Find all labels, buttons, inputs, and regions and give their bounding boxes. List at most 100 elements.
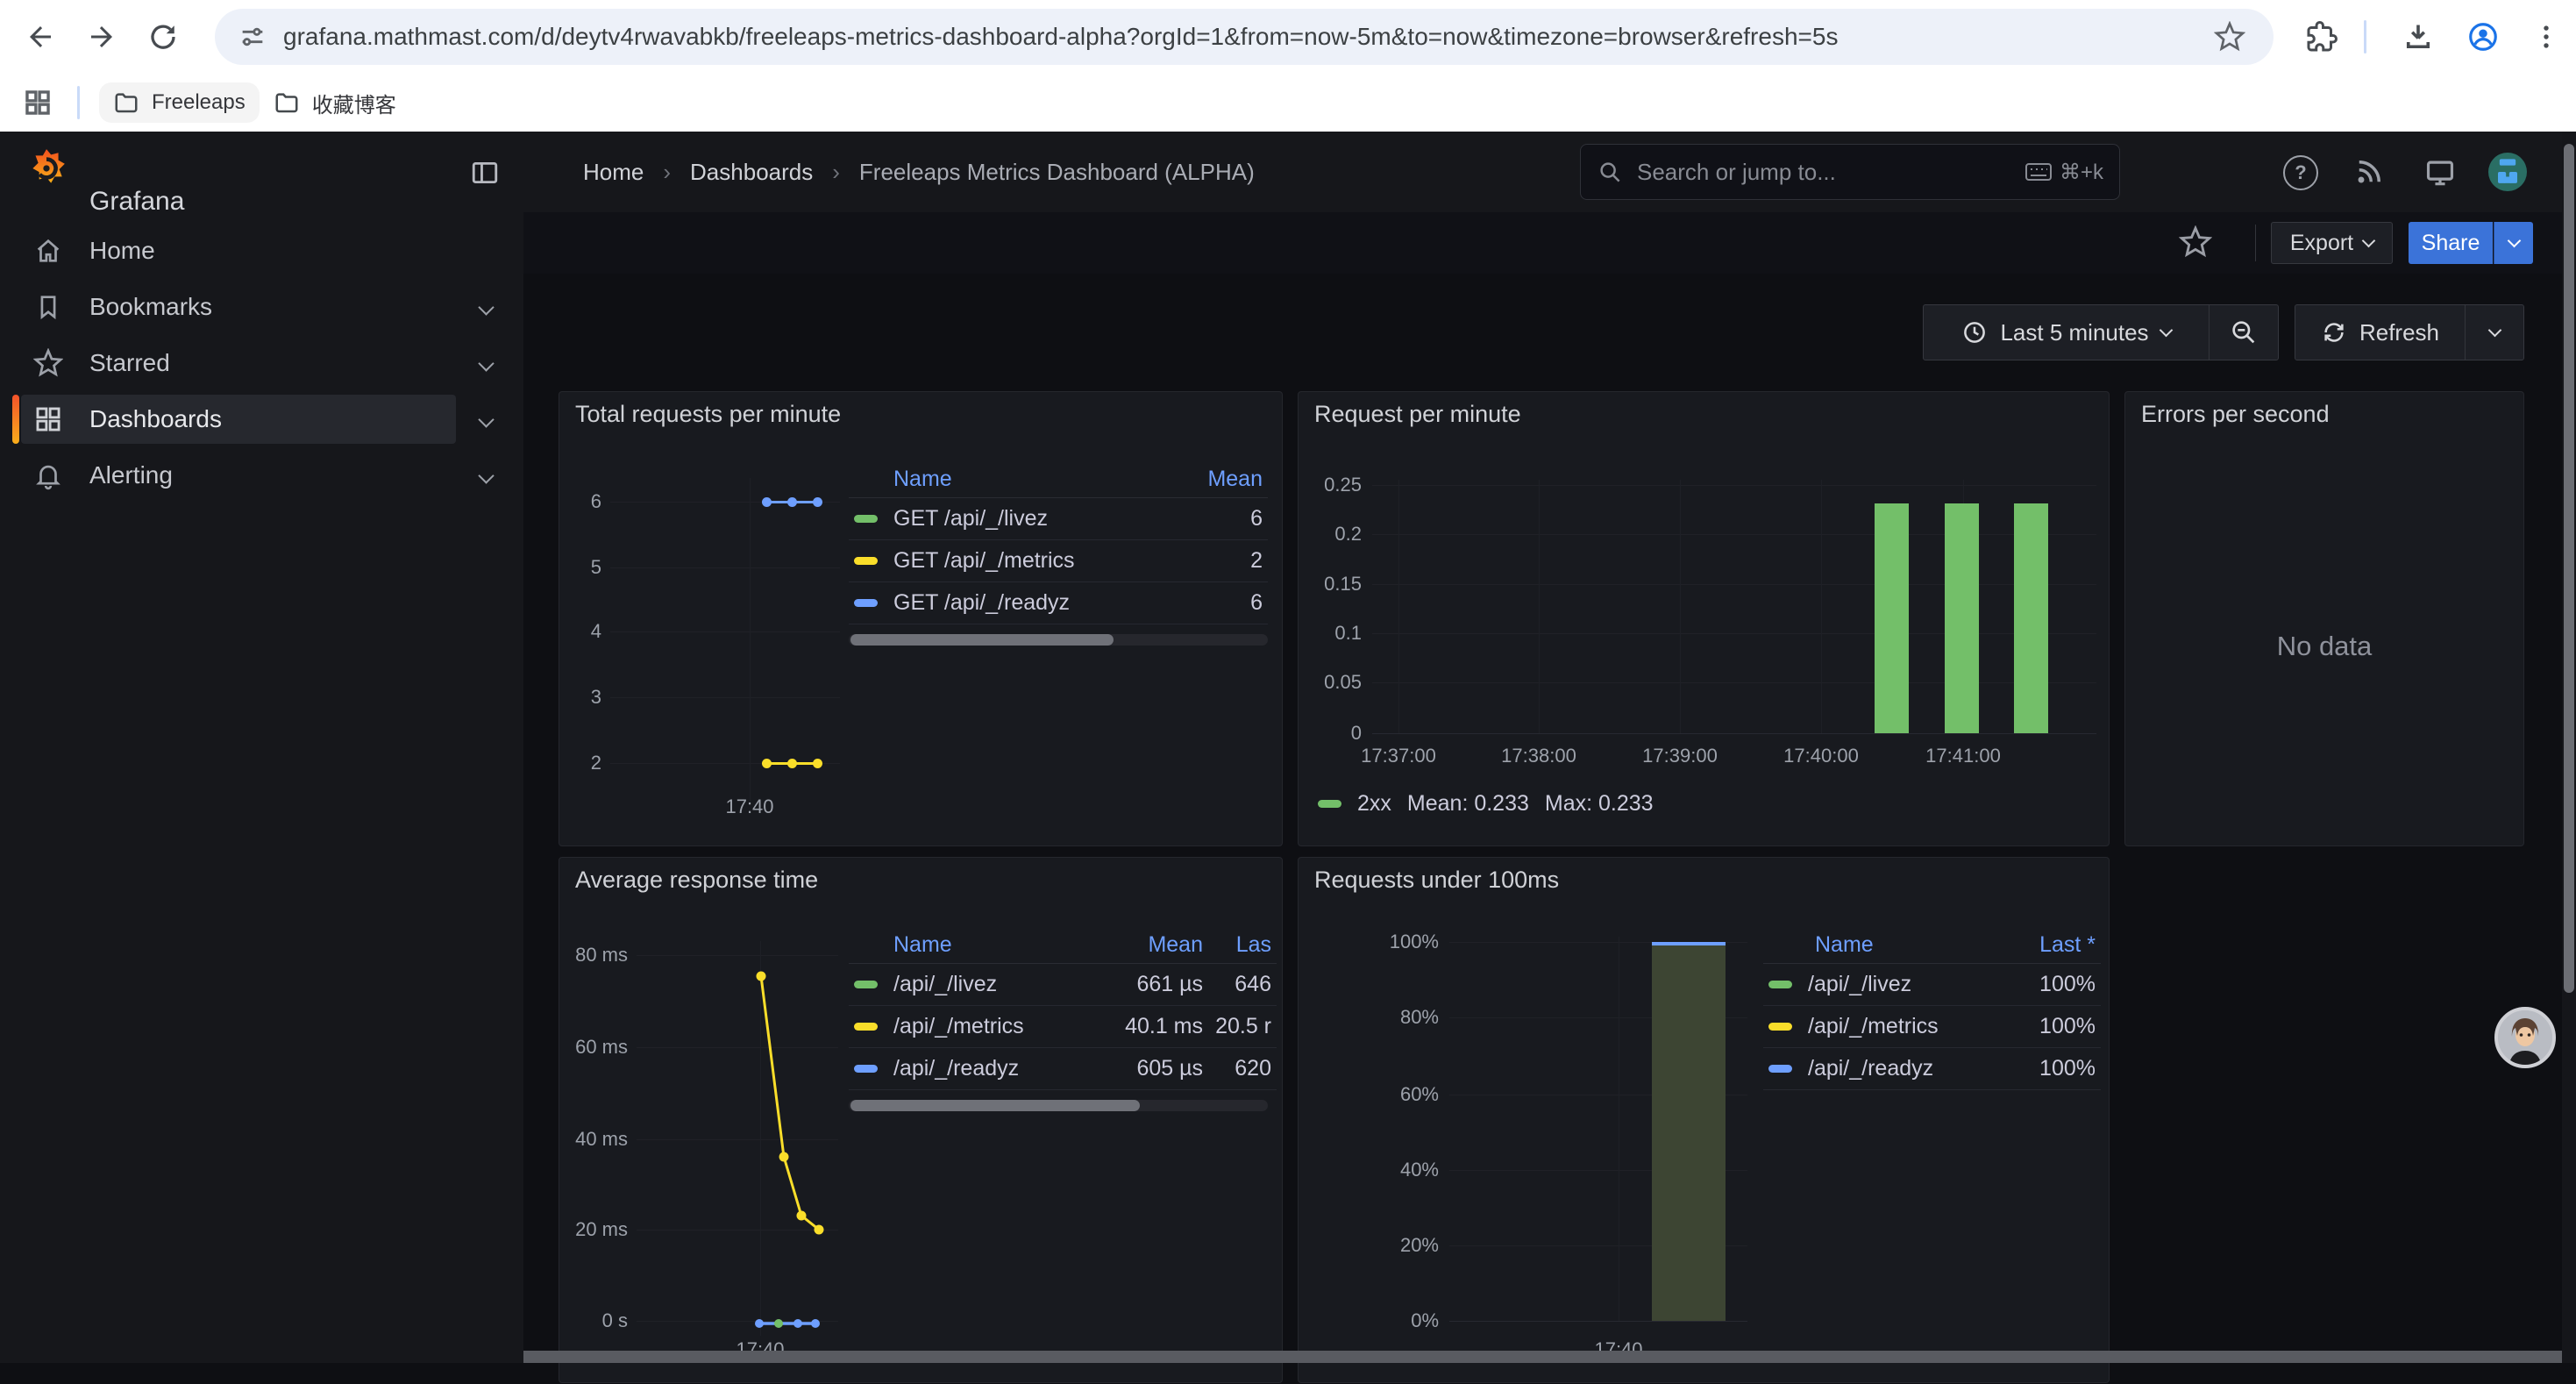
chevron-down-icon[interactable]	[480, 470, 492, 486]
news-rss-icon[interactable]	[2353, 156, 2385, 188]
monitor-icon[interactable]	[2423, 156, 2457, 189]
forward-button[interactable]	[79, 14, 125, 60]
data-point	[762, 497, 772, 507]
site-info-icon[interactable]	[238, 22, 267, 52]
zoom-out-button[interactable]	[2210, 305, 2278, 360]
refresh-icon	[2321, 319, 2347, 346]
area-fill-100pct[interactable]	[1652, 942, 1726, 1321]
x-tick: 17:40:00	[1768, 745, 1874, 767]
legend-row[interactable]: GET /api/_/livez 6	[849, 498, 1268, 540]
sidebar-item-bookmarks[interactable]: Bookmarks	[21, 282, 456, 332]
user-avatar[interactable]	[2488, 153, 2527, 191]
legend-col-last[interactable]: Las	[1203, 932, 1271, 958]
grafana-top-nav: Grafana Home › Dashboards › Freeleaps Me…	[0, 132, 2562, 213]
extensions-icon[interactable]	[2299, 14, 2345, 60]
reload-button[interactable]	[140, 14, 186, 60]
panel-title[interactable]: Total requests per minute	[575, 401, 841, 428]
chevron-down-icon[interactable]	[480, 414, 492, 430]
sidebar-item-alerting[interactable]: Alerting	[21, 451, 456, 500]
series-name[interactable]: /api/_/metrics	[893, 1014, 1098, 1039]
profile-icon[interactable]	[2460, 14, 2506, 60]
share-menu-button[interactable]	[2494, 222, 2533, 264]
breadcrumb-dashboards[interactable]: Dashboards	[690, 159, 813, 186]
vertical-scrollbar[interactable]	[2562, 132, 2576, 1363]
search-input[interactable]	[1635, 158, 2025, 187]
series-name[interactable]: /api/_/readyz	[893, 1056, 1098, 1081]
search-box[interactable]: ⌘+k	[1580, 144, 2120, 200]
floating-avatar[interactable]	[2494, 1007, 2556, 1068]
series-name[interactable]: /api/_/readyz	[1808, 1056, 1999, 1081]
bookmark-folder-blogs[interactable]: 收藏博客	[260, 81, 410, 125]
series-name[interactable]: GET /api/_/livez	[893, 506, 1187, 531]
legend-row[interactable]: /api/_/metrics 100%	[1763, 1006, 2101, 1048]
browser-menu-icon[interactable]	[2523, 14, 2569, 60]
legend-scrollbar[interactable]	[849, 634, 1268, 646]
panel-title[interactable]: Errors per second	[2141, 401, 2330, 428]
gridline	[1539, 480, 1540, 733]
refresh-controls: Refresh	[2295, 304, 2524, 360]
panel-title[interactable]: Average response time	[575, 867, 818, 894]
sidebar-item-home[interactable]: Home	[21, 226, 456, 275]
back-button[interactable]	[18, 14, 63, 60]
series-mean: 605 µs	[1098, 1056, 1203, 1081]
series-name[interactable]: /api/_/livez	[893, 972, 1098, 997]
series-name[interactable]: /api/_/metrics	[1808, 1014, 1999, 1039]
sidebar-toggle-icon[interactable]	[470, 158, 500, 188]
gridline	[1398, 480, 1399, 733]
horizontal-scrollbar[interactable]	[523, 1351, 2562, 1363]
chevron-down-icon[interactable]	[480, 302, 492, 317]
share-button[interactable]: Share	[2409, 222, 2493, 264]
bookmark-folder-freeleaps[interactable]: Freeleaps	[99, 82, 260, 123]
bookmark-icon	[33, 292, 63, 322]
legend-row[interactable]: /api/_/metrics 40.1 ms 20.5 r	[849, 1006, 1277, 1048]
url-text[interactable]: grafana.mathmast.com/d/deytv4rwavabkb/fr…	[283, 23, 1838, 51]
favorite-star-icon[interactable]	[2179, 225, 2212, 259]
y-tick: 0.2	[1304, 523, 1362, 546]
export-button[interactable]: Export	[2271, 222, 2393, 264]
series-name[interactable]: GET /api/_/metrics	[893, 548, 1187, 574]
address-bar[interactable]: grafana.mathmast.com/d/deytv4rwavabkb/fr…	[215, 9, 2274, 65]
sidebar-item-starred[interactable]: Starred	[21, 339, 456, 388]
legend-col-mean[interactable]: Mean	[1098, 932, 1203, 958]
downloads-icon[interactable]	[2395, 14, 2441, 60]
gridline	[1372, 682, 2096, 683]
legend-col-name[interactable]: Name	[854, 467, 1187, 492]
time-range-picker[interactable]: Last 5 minutes	[1924, 305, 2209, 360]
legend-col-last[interactable]: Last *	[1999, 932, 2096, 958]
legend-header: Name Mean	[849, 460, 1268, 498]
legend-row[interactable]: GET /api/_/readyz 6	[849, 582, 1268, 624]
chevron-down-icon[interactable]	[480, 358, 492, 374]
panel-errors-per-second: Errors per second No data	[2124, 391, 2524, 846]
legend-scrollbar[interactable]	[849, 1100, 1268, 1111]
y-tick: 0.05	[1304, 671, 1362, 694]
legend-table: Name Last * /api/_/livez 100% /api/_/met…	[1763, 926, 2101, 1090]
legend-col-mean[interactable]: Mean	[1187, 467, 1263, 492]
toolbar-divider	[2364, 20, 2366, 54]
bar-2xx[interactable]	[1875, 503, 1909, 733]
series-name[interactable]: 2xx	[1357, 791, 1391, 817]
bookmark-star-icon[interactable]	[2214, 21, 2245, 53]
gridline	[610, 697, 840, 698]
panel-title[interactable]: Requests under 100ms	[1314, 867, 1559, 894]
legend-row[interactable]: /api/_/livez 100%	[1763, 964, 2101, 1006]
legend-col-name[interactable]: Name	[854, 932, 1098, 958]
series-name[interactable]: GET /api/_/readyz	[893, 590, 1187, 616]
series-last: 100%	[1999, 1056, 2096, 1081]
legend-col-name[interactable]: Name	[1768, 932, 1999, 958]
refresh-interval-button[interactable]	[2466, 305, 2523, 360]
legend-row[interactable]: GET /api/_/metrics 2	[849, 540, 1268, 582]
panel-title[interactable]: Request per minute	[1314, 401, 1521, 428]
bar-2xx[interactable]	[2014, 503, 2048, 733]
sidebar-item-dashboards[interactable]: Dashboards	[21, 395, 456, 444]
apps-grid-icon[interactable]	[23, 88, 53, 118]
series-name[interactable]: /api/_/livez	[1808, 972, 1999, 997]
breadcrumb-home[interactable]: Home	[583, 159, 644, 186]
grafana-logo[interactable]	[25, 147, 68, 191]
legend-row[interactable]: /api/_/readyz 605 µs 620	[849, 1048, 1277, 1090]
legend-row[interactable]: /api/_/livez 661 µs 646	[849, 964, 1277, 1006]
legend-row[interactable]: /api/_/readyz 100%	[1763, 1048, 2101, 1090]
bar-2xx[interactable]	[1945, 503, 1979, 733]
legend[interactable]: 2xx Mean: 0.233 Max: 0.233	[1318, 791, 1654, 817]
refresh-button[interactable]: Refresh	[2295, 305, 2465, 360]
help-icon[interactable]: ?	[2283, 155, 2318, 190]
